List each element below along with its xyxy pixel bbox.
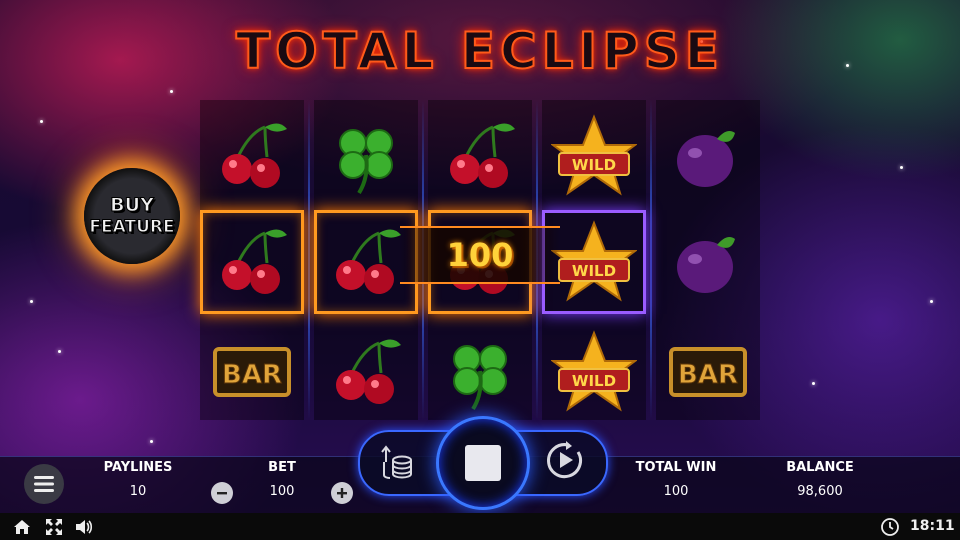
svg-text:BAR: BAR — [222, 360, 282, 390]
spin-stop-button[interactable] — [436, 416, 530, 510]
buy-feature-button[interactable]: BUY FEATURE — [84, 168, 180, 264]
coin-stack-icon[interactable] — [374, 438, 418, 482]
cherry-symbol — [428, 104, 532, 208]
clover-icon — [339, 129, 393, 195]
svg-text:WILD: WILD — [572, 372, 616, 390]
clover-symbol — [314, 104, 418, 208]
cherry-icon — [450, 123, 515, 188]
fullscreen-icon[interactable] — [44, 517, 64, 537]
svg-text:WILD: WILD — [572, 262, 616, 280]
paylines-label: PAYLINES — [103, 460, 173, 475]
plum-symbol — [656, 104, 760, 208]
plum-icon — [677, 237, 735, 293]
bet-value: 100 — [269, 484, 295, 499]
buy-feature-label-1: BUY — [110, 194, 155, 217]
svg-text:BAR: BAR — [678, 360, 738, 390]
wild-symbol: WILD — [542, 104, 646, 208]
wild-icon: WILD — [551, 330, 637, 412]
plum-symbol — [656, 210, 760, 314]
clover-icon — [453, 345, 507, 411]
plum-icon — [677, 131, 735, 187]
svg-text:WILD: WILD — [572, 156, 616, 174]
cherry-icon — [336, 339, 401, 404]
balance-label: BALANCE — [786, 460, 854, 475]
bar-icon: BAR — [669, 347, 747, 397]
cherry-symbol — [200, 104, 304, 208]
buy-feature-label-2: FEATURE — [89, 217, 175, 238]
bar-symbol: BAR — [656, 320, 760, 424]
cherry-icon — [222, 123, 287, 188]
bet-increase-button[interactable] — [331, 482, 353, 504]
hamburger-menu-icon — [34, 476, 54, 492]
menu-button[interactable] — [24, 464, 64, 504]
autoplay-icon[interactable] — [542, 438, 586, 482]
win-amount-banner: 100 — [400, 226, 560, 284]
total-win-label: TOTAL WIN — [635, 460, 717, 475]
home-icon[interactable] — [12, 517, 32, 537]
clover-symbol — [428, 320, 532, 424]
cherry-symbol — [200, 210, 304, 314]
stop-icon — [465, 445, 501, 481]
bar-icon: BAR — [213, 347, 291, 397]
bar-symbol: BAR — [200, 320, 304, 424]
balance-value: 98,600 — [797, 484, 843, 499]
total-win-value: 100 — [663, 484, 689, 499]
game-title: TOTAL ECLIPSE — [235, 21, 724, 81]
system-bar — [0, 513, 960, 540]
paylines-value: 10 — [129, 484, 147, 499]
cherry-icon — [336, 229, 401, 294]
wild-icon: WILD — [551, 220, 637, 302]
reel-divider — [650, 100, 652, 420]
plus-icon — [337, 488, 347, 498]
win-amount: 100 — [446, 236, 514, 274]
wild-icon: WILD — [551, 114, 637, 196]
reel-divider — [308, 100, 310, 420]
sound-icon[interactable] — [74, 517, 94, 537]
wild-symbol: WILD — [542, 320, 646, 424]
system-time: 18:11 — [910, 518, 955, 534]
bet-label: BET — [268, 460, 296, 475]
cherry-icon — [222, 229, 287, 294]
cherry-symbol — [314, 320, 418, 424]
clock-icon — [881, 518, 899, 536]
